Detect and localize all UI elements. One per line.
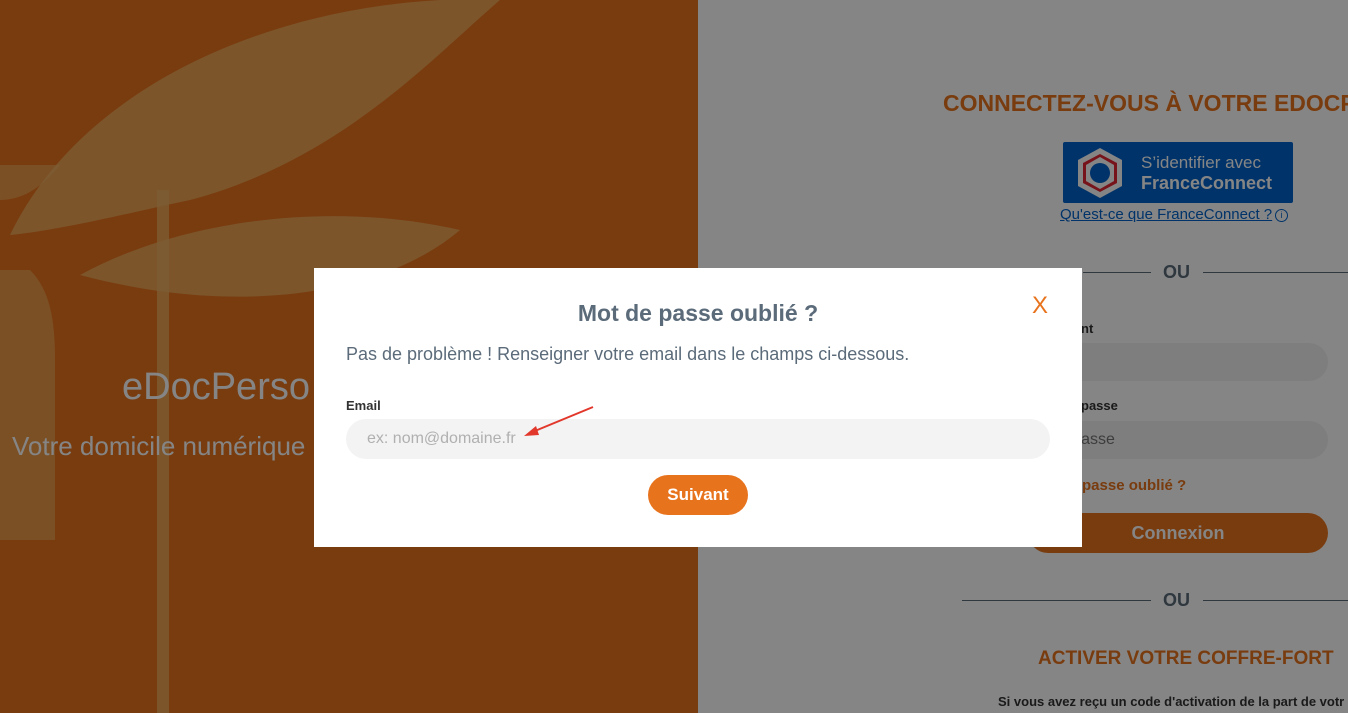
email-label: Email [346,398,381,413]
next-button[interactable]: Suivant [648,475,748,515]
forgot-password-modal: Mot de passe oublié ? X Pas de problème … [314,268,1082,547]
modal-title: Mot de passe oublié ? [577,300,819,326]
annotation-arrow-icon [524,406,594,436]
modal-description: Pas de problème ! Renseigner votre email… [346,344,910,364]
email-input[interactable] [346,419,1050,459]
close-button[interactable]: X [1032,292,1048,320]
